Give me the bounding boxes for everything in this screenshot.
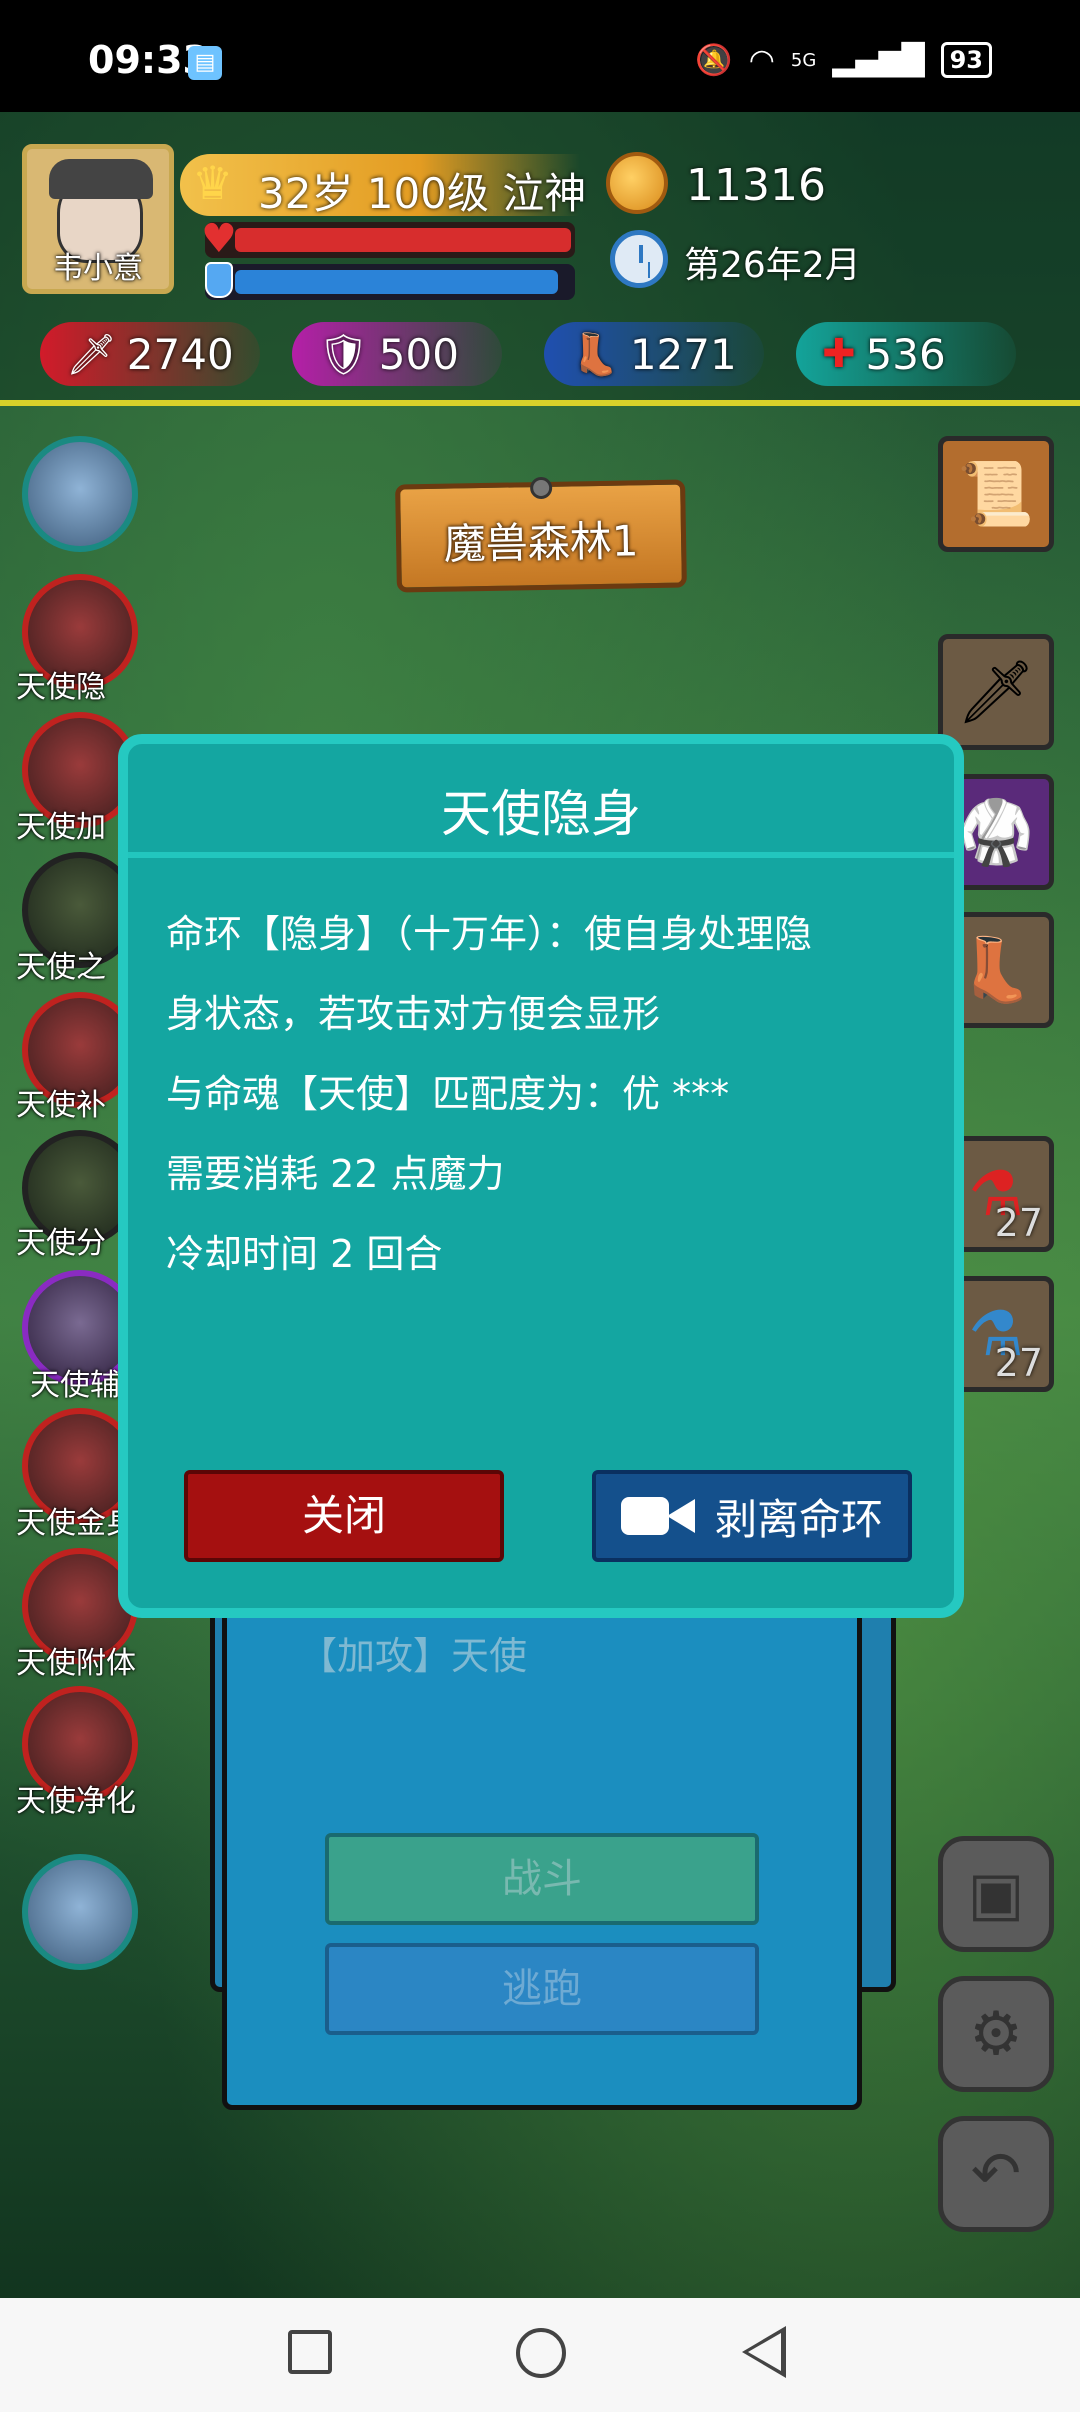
- skill-angel-weapon[interactable]: [22, 1854, 138, 1970]
- health-cross-icon: ✚: [822, 331, 856, 377]
- system-icons: 🔕 ◠ 5G ▂▄▆█ 93: [695, 42, 992, 78]
- video-camera-icon: [620, 1493, 697, 1539]
- red-potion-count: 27: [994, 1201, 1043, 1245]
- crown-icon: ♛: [192, 156, 234, 210]
- navigation-bar: [0, 2298, 1080, 2412]
- gear-icon: ⚙: [969, 1999, 1023, 2069]
- back-button[interactable]: ↶: [938, 2116, 1054, 2232]
- clock-icon: [610, 230, 668, 288]
- player-avatar[interactable]: 韦小意: [22, 144, 174, 294]
- skill-label-3: 天使之: [16, 950, 106, 985]
- location-name: 魔兽森林1: [443, 516, 639, 569]
- blue-potion-count: 27: [994, 1341, 1043, 1385]
- recents-button[interactable]: [288, 2330, 332, 2374]
- home-button[interactable]: [516, 2328, 566, 2378]
- settings-button[interactable]: ⚙: [938, 1976, 1054, 2092]
- skill-cooldown: 冷却时间 2 回合: [166, 1232, 443, 1276]
- skill-label-4: 天使补: [16, 1088, 106, 1123]
- speed-value: 1271: [629, 329, 737, 379]
- gold-amount: 11316: [686, 160, 826, 211]
- save-icon: ▣: [967, 1859, 1025, 1929]
- status-bar: 09:33 ▤ 🔕 ◠ 5G ▂▄▆█ 93: [0, 0, 1080, 112]
- defense-value: 500: [378, 329, 459, 379]
- sword-icon: 🗡: [956, 655, 1036, 728]
- skill-label-1: 天使隐: [16, 670, 106, 705]
- hud-divider: [0, 400, 1080, 406]
- network-label: 5G: [790, 49, 817, 71]
- mana-flask-icon: [205, 262, 233, 298]
- mp-bar: [205, 262, 575, 300]
- enemy-name: 【加攻】天使: [299, 1634, 528, 1678]
- sword-icon: 🗡: [66, 331, 117, 378]
- hp-fill: [235, 228, 571, 252]
- skill-match-rating: 与命魂【天使】匹配度为：优 ***: [166, 1072, 730, 1116]
- strip-ring-label: 剥离命环: [714, 1494, 883, 1544]
- map-scroll-icon: 📜: [957, 457, 1035, 530]
- level-text: 32岁 100级 泣神: [258, 169, 587, 218]
- skill-mana-cost: 需要消耗 22 点魔力: [166, 1152, 505, 1196]
- player-name: 韦小意: [53, 251, 143, 286]
- battery-icon: 93: [940, 42, 992, 78]
- gold-coin-icon: [606, 152, 668, 214]
- location-sign: 魔兽森林1: [395, 476, 687, 593]
- skill-label-5: 天使分: [16, 1226, 106, 1261]
- signal-icon: ▂▄▆█: [832, 42, 925, 78]
- mp-fill: [235, 270, 558, 294]
- attack-stat: 🗡 2740: [40, 322, 260, 386]
- dialog-divider: [128, 852, 954, 858]
- fight-button[interactable]: 战斗: [325, 1833, 759, 1925]
- dialog-title: 天使隐身: [441, 785, 641, 843]
- wifi-icon: ◠: [748, 42, 775, 78]
- shield-icon: 🛡: [318, 331, 369, 378]
- game-date: 第26年2月: [684, 245, 861, 286]
- strip-ring-button[interactable]: 剥离命环: [592, 1470, 912, 1562]
- skill-angel-main[interactable]: [22, 436, 138, 552]
- defense-stat: 🛡 500: [292, 322, 502, 386]
- skill-label-8: 天使附体: [16, 1646, 136, 1681]
- save-button[interactable]: ▣: [938, 1836, 1054, 1952]
- back-nav-button[interactable]: [742, 2326, 786, 2378]
- heart-icon: ♥: [201, 216, 237, 262]
- skill-description-line2: 身状态，若攻击对方便会显形: [166, 992, 661, 1036]
- undo-arrow-icon: ↶: [970, 2139, 1022, 2209]
- health-value: 536: [865, 329, 946, 379]
- mute-icon: 🔕: [695, 42, 733, 78]
- flee-button[interactable]: 逃跑: [325, 1943, 759, 2035]
- skill-label-9: 天使净化: [16, 1784, 136, 1819]
- health-stat: ✚ 536: [796, 322, 1016, 386]
- skill-label-2: 天使加: [16, 810, 106, 845]
- skill-detail-dialog: 天使隐身 命环【隐身】（十万年）：使自身处理隐 身状态，若攻击对方便会显形 与命…: [118, 734, 964, 1618]
- sign-nail: [529, 476, 553, 500]
- skill-label-6: 天使辅: [30, 1368, 120, 1403]
- close-button[interactable]: 关闭: [184, 1470, 504, 1562]
- book-icon: ▤: [188, 46, 222, 80]
- weapon-slot[interactable]: 🗡: [938, 634, 1054, 750]
- attack-value: 2740: [126, 329, 234, 379]
- hp-bar: ♥: [201, 216, 575, 262]
- map-button[interactable]: 📜: [938, 436, 1054, 552]
- avatar-hat: [49, 159, 153, 199]
- boot-icon: 👢: [570, 331, 620, 378]
- speed-stat: 👢 1271: [544, 322, 764, 386]
- game-scene: 韦小意 ♛ 32岁 100级 泣神 ♥ 11316 第26年2月 🗡 2740 …: [0, 112, 1080, 2298]
- dialog-body: 命环【隐身】（十万年）：使自身处理隐 身状态，若攻击对方便会显形 与命魂【天使】…: [166, 894, 936, 1294]
- skill-description-line1: 命环【隐身】（十万年）：使自身处理隐: [166, 912, 813, 956]
